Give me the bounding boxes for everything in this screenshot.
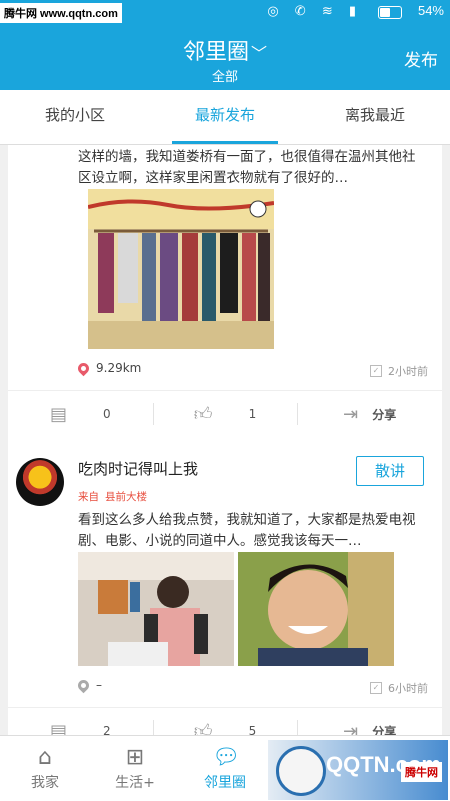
location-pin-icon [75, 677, 92, 693]
distance-text: – [96, 678, 102, 692]
status-bar: 腾牛网 www.qqtn.com ◎ ✆ ≋ ▮ 54% [0, 0, 450, 24]
share-label: 分享 [372, 724, 397, 736]
post-text: 这样的墙，我知道娄桥有一面了，也很值得在温州其他社区设立啊，这样家里闲置衣物就有… [78, 149, 416, 186]
post-actions: ▤ 2 👍︎ 5 ⇥ 分享 [8, 707, 442, 735]
post-source: 来自 县前大楼 [78, 489, 147, 504]
share-label: 分享 [372, 407, 397, 422]
nav-label: 生活+ [115, 775, 155, 791]
grid-icon: ⊞ [125, 745, 145, 770]
location-pin-icon [75, 360, 92, 376]
post-card[interactable]: 吃肉时记得叫上我 散讲 来自 县前大楼 看到这么多人给我点赞，我就知道了，大家都是… [8, 442, 442, 735]
home-icon: ⌂ [38, 745, 52, 770]
nav-neighborhood[interactable]: 💬︎ 邻里圈 [180, 736, 270, 801]
battery-icon [378, 6, 402, 19]
tab-my-community[interactable]: 我的小区 [0, 90, 150, 144]
nav-label: 邻里圈 [204, 775, 246, 791]
post-time: ✓ 2小时前 [370, 363, 428, 379]
time-text: 2小时前 [388, 365, 428, 378]
app-header: 邻里圈 ﹀ 全部 发布 [0, 24, 450, 90]
like-count: 5 [248, 724, 257, 735]
distance-text: 9.29km [96, 361, 142, 375]
source-location[interactable]: 县前大楼 [105, 491, 147, 503]
post-text: 看到这么多人给我点赞，我就知道了，大家都是热爱电视剧、电影、小说的同道中人。感觉… [78, 512, 416, 549]
like-button[interactable]: 👍︎ 5 [152, 708, 298, 735]
publish-button[interactable]: 发布 [404, 46, 438, 71]
location-distance: 9.29km [75, 360, 142, 376]
comment-icon: ▤ [50, 720, 68, 736]
brand-logo [276, 746, 326, 796]
post-time: ✓ 6小时前 [370, 680, 428, 696]
comment-icon: ▤ [50, 403, 68, 425]
filter-subtitle: 全部 [211, 70, 238, 85]
comment-count: 0 [103, 407, 111, 421]
chevron-down-icon: ﹀ [251, 44, 268, 63]
watermark-overlay: QQTN.com 腾牛网 [268, 740, 448, 800]
follow-button[interactable]: 散讲 [356, 456, 424, 486]
comment-button[interactable]: ▤ 0 [8, 391, 153, 437]
post-image[interactable] [238, 552, 394, 666]
post-image[interactable] [78, 552, 234, 666]
share-button[interactable]: ⇥ 分享 [297, 708, 442, 735]
location-distance: – [75, 677, 102, 693]
comment-button[interactable]: ▤ 2 [8, 708, 153, 736]
battery-percent: 54% [417, 3, 444, 18]
watermark: 腾牛网 www.qqtn.com [0, 3, 122, 23]
share-icon: ⇥ [343, 403, 359, 425]
like-count: 1 [248, 407, 257, 421]
page-title[interactable]: 邻里圈 ﹀ [0, 34, 450, 66]
share-icon: ⇥ [343, 720, 359, 736]
brand-cn: 腾牛网 [401, 762, 442, 782]
tab-nearby[interactable]: 离我最近 [300, 90, 450, 144]
avatar[interactable] [16, 458, 64, 506]
clock-icon: ✓ [370, 365, 382, 377]
comment-count: 2 [103, 724, 111, 735]
tab-bar: 我的小区 最新发布 离我最近 [0, 90, 450, 145]
feed[interactable]: 这样的墙，我知道娄桥有一面了，也很值得在温州其他社区设立啊，这样家里闲置衣物就有… [0, 145, 450, 735]
chat-icon: 💬︎ [212, 745, 240, 770]
thumbs-up-icon: 👍︎ [193, 404, 213, 425]
nav-label: 我家 [31, 775, 59, 791]
nav-home[interactable]: ⌂ 我家 [0, 736, 90, 801]
nav-life[interactable]: ⊞ 生活+ [90, 736, 180, 801]
post-image[interactable] [88, 189, 274, 349]
share-button[interactable]: ⇥ 分享 [297, 391, 442, 437]
like-button[interactable]: 👍︎ 1 [152, 391, 298, 437]
post-actions: ▤ 0 👍︎ 1 ⇥ 分享 [8, 390, 442, 437]
time-text: 6小时前 [388, 682, 428, 695]
clock-icon: ✓ [370, 682, 382, 694]
tab-latest[interactable]: 最新发布 [150, 90, 300, 144]
username[interactable]: 吃肉时记得叫上我 [78, 458, 198, 479]
title-text: 邻里圈 [182, 40, 249, 65]
source-prefix: 来自 [78, 491, 99, 503]
status-icons: ◎ ✆ ≋ ▮ [267, 4, 362, 19]
thumbs-up-icon: 👍︎ [193, 721, 213, 735]
